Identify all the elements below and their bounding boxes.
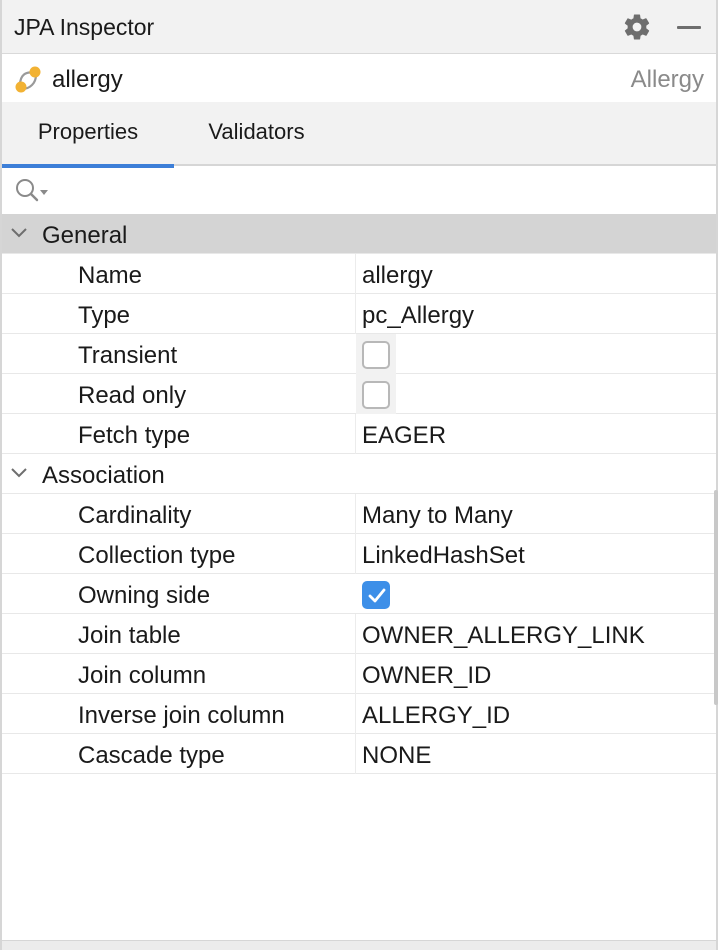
entity-type: Allergy (630, 66, 704, 93)
property-table: General Name allergy Type pc_Allergy Tra… (2, 214, 716, 774)
group-label: General (42, 222, 128, 249)
bottom-edge (2, 940, 716, 950)
property-value[interactable]: NONE (362, 742, 431, 770)
entity-header: allergy Allergy (2, 55, 716, 102)
column-divider (355, 654, 356, 694)
minimize-icon[interactable] (674, 12, 704, 42)
property-value[interactable]: OWNER_ALLERGY_LINK (362, 622, 645, 650)
column-divider (355, 734, 356, 774)
property-row-fetch-type[interactable]: Fetch type EAGER (2, 414, 716, 454)
tab-bar: Properties Validators (2, 102, 716, 168)
property-row-type[interactable]: Type pc_Allergy (2, 294, 716, 334)
property-row-transient[interactable]: Transient (2, 334, 716, 374)
property-value[interactable]: LinkedHashSet (362, 542, 525, 570)
property-row-collection-type[interactable]: Collection type LinkedHashSet (2, 534, 716, 574)
vertical-scrollbar[interactable] (714, 490, 718, 705)
read-only-checkbox[interactable] (362, 381, 390, 409)
column-divider (355, 614, 356, 654)
property-name: Read only (78, 382, 187, 409)
check-icon (368, 588, 386, 603)
property-name: Fetch type (78, 422, 191, 449)
property-name: Cascade type (78, 742, 225, 769)
title-bar: JPA Inspector (2, 0, 716, 54)
tab-properties[interactable]: Properties (2, 102, 174, 168)
property-row-name[interactable]: Name allergy (2, 254, 716, 294)
chevron-down-icon[interactable] (10, 226, 28, 240)
column-divider (355, 534, 356, 574)
search-bar[interactable] (2, 168, 716, 214)
transient-checkbox[interactable] (362, 341, 390, 369)
property-name: Inverse join column (78, 702, 285, 729)
property-row-cascade-type[interactable]: Cascade type NONE (2, 734, 716, 774)
panel-title: JPA Inspector (14, 14, 155, 40)
chevron-down-icon[interactable] (10, 466, 28, 480)
property-name: Cardinality (78, 502, 192, 529)
column-divider (355, 294, 356, 334)
property-name: Owning side (78, 582, 211, 609)
property-value[interactable]: OWNER_ID (362, 662, 491, 690)
property-row-join-table[interactable]: Join table OWNER_ALLERGY_LINK (2, 614, 716, 654)
property-row-inverse-join-column[interactable]: Inverse join column ALLERGY_ID (2, 694, 716, 734)
property-row-owning-side[interactable]: Owning side (2, 574, 716, 614)
column-divider (355, 254, 356, 294)
tab-validators[interactable]: Validators (174, 102, 339, 166)
property-name: Join table (78, 622, 181, 649)
property-row-read-only[interactable]: Read only (2, 374, 716, 414)
column-divider (355, 494, 356, 534)
column-divider (355, 694, 356, 734)
property-name: Collection type (78, 542, 236, 569)
property-row-join-column[interactable]: Join column OWNER_ID (2, 654, 716, 694)
property-name: Type (78, 302, 131, 329)
owning-side-checkbox[interactable] (362, 581, 390, 609)
property-value[interactable]: pc_Allergy (362, 302, 474, 330)
group-association[interactable]: Association (2, 454, 716, 494)
property-name: Name (78, 262, 143, 289)
property-value[interactable]: Many to Many (362, 502, 513, 530)
property-name: Transient (78, 342, 178, 369)
gear-icon[interactable] (622, 12, 652, 42)
property-value[interactable]: EAGER (362, 422, 446, 450)
property-value[interactable]: ALLERGY_ID (362, 702, 510, 730)
property-row-cardinality[interactable]: Cardinality Many to Many (2, 494, 716, 534)
property-name: Join column (78, 662, 207, 689)
entity-name: allergy (52, 66, 123, 93)
column-divider (355, 414, 356, 454)
group-label: Association (42, 462, 165, 489)
search-icon[interactable] (14, 177, 50, 205)
group-general[interactable]: General (2, 214, 716, 254)
attribute-link-icon (12, 63, 44, 95)
jpa-inspector-panel: JPA Inspector allergy Allergy Properties… (0, 0, 718, 950)
property-value[interactable]: allergy (362, 262, 433, 290)
